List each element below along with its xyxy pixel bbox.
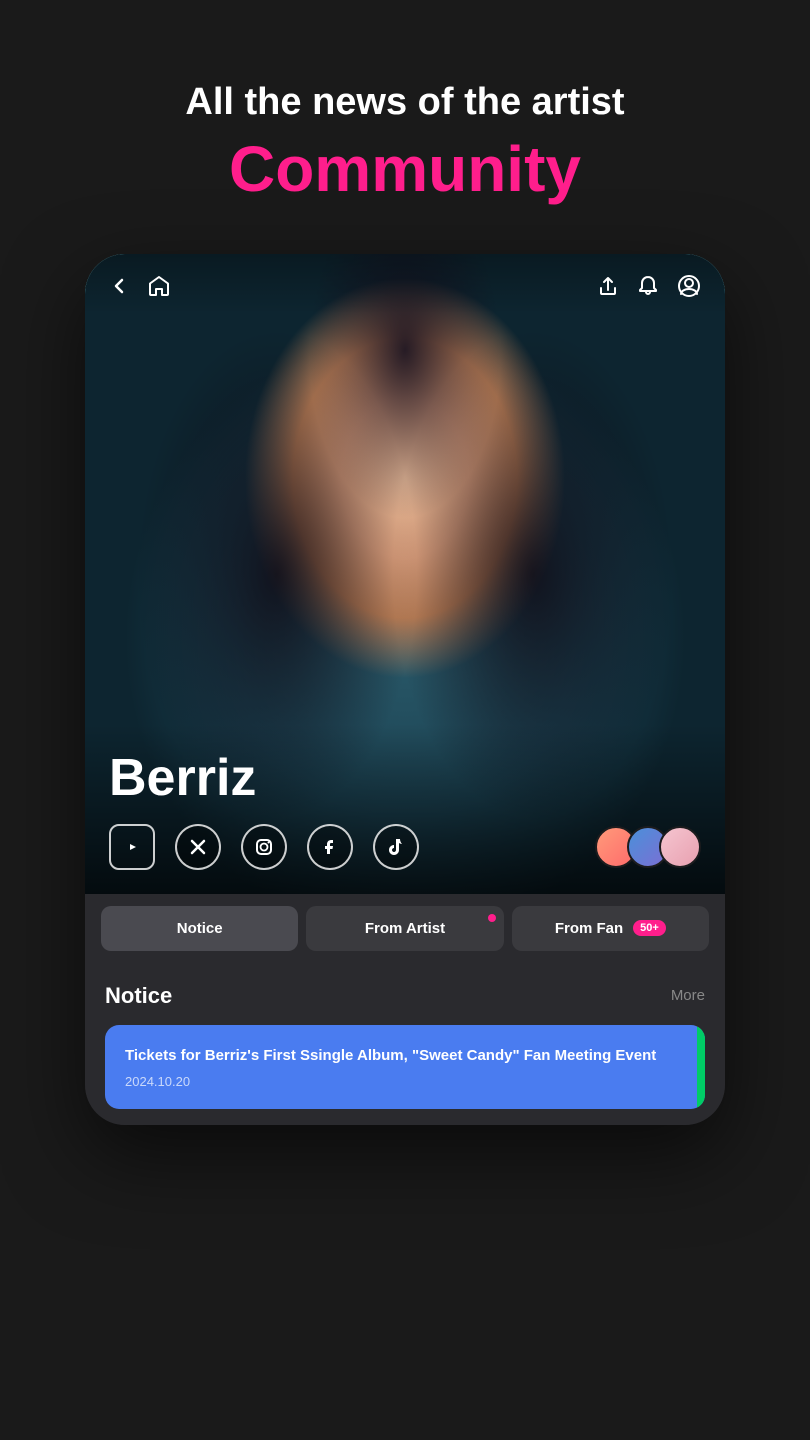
instagram-icon[interactable] <box>241 824 287 870</box>
notice-card-text: Tickets for Berriz's First Ssingle Album… <box>125 1045 685 1066</box>
share-button[interactable] <box>597 275 619 297</box>
facebook-icon[interactable] <box>307 824 353 870</box>
back-button[interactable] <box>109 276 129 296</box>
social-icons <box>109 824 419 870</box>
hero-section: All the news of the artist Community <box>145 80 664 204</box>
top-bar-left <box>109 274 171 298</box>
top-bar <box>85 254 725 314</box>
home-button[interactable] <box>147 274 171 298</box>
tabs-section: Notice From Artist From Fan 50+ <box>85 894 725 963</box>
top-bar-right <box>597 274 701 298</box>
tab-from-fan[interactable]: From Fan 50+ <box>512 906 709 951</box>
user-button[interactable] <box>677 274 701 298</box>
from-fan-badge: 50+ <box>633 920 666 936</box>
hero-title: Community <box>185 134 624 204</box>
phone-mockup: Berriz <box>85 254 725 1125</box>
tab-from-artist[interactable]: From Artist <box>306 906 503 951</box>
fan-avatars <box>595 826 701 868</box>
tiktok-icon[interactable] <box>373 824 419 870</box>
hero-image: Berriz <box>85 254 725 894</box>
notice-header: Notice More <box>105 983 705 1009</box>
more-button[interactable]: More <box>671 987 705 1004</box>
artist-info-overlay: Berriz <box>85 724 725 894</box>
hero-subtitle: All the news of the artist <box>185 80 624 126</box>
youtube-icon[interactable] <box>109 824 155 870</box>
from-artist-dot <box>488 914 496 922</box>
x-twitter-icon[interactable] <box>175 824 221 870</box>
notice-section: Notice More Tickets for Berriz's First S… <box>85 963 725 1125</box>
artist-name: Berriz <box>109 748 701 808</box>
tab-notice[interactable]: Notice <box>101 906 298 951</box>
tab-from-fan-label: From Fan <box>555 920 623 937</box>
bell-button[interactable] <box>637 275 659 297</box>
notice-card-date: 2024.10.20 <box>125 1074 685 1089</box>
tab-notice-label: Notice <box>177 920 223 937</box>
fan-avatar-3 <box>659 826 701 868</box>
tab-from-artist-label: From Artist <box>365 920 445 937</box>
social-row <box>109 824 701 870</box>
notice-card[interactable]: Tickets for Berriz's First Ssingle Album… <box>105 1025 705 1109</box>
notice-section-title: Notice <box>105 983 172 1009</box>
